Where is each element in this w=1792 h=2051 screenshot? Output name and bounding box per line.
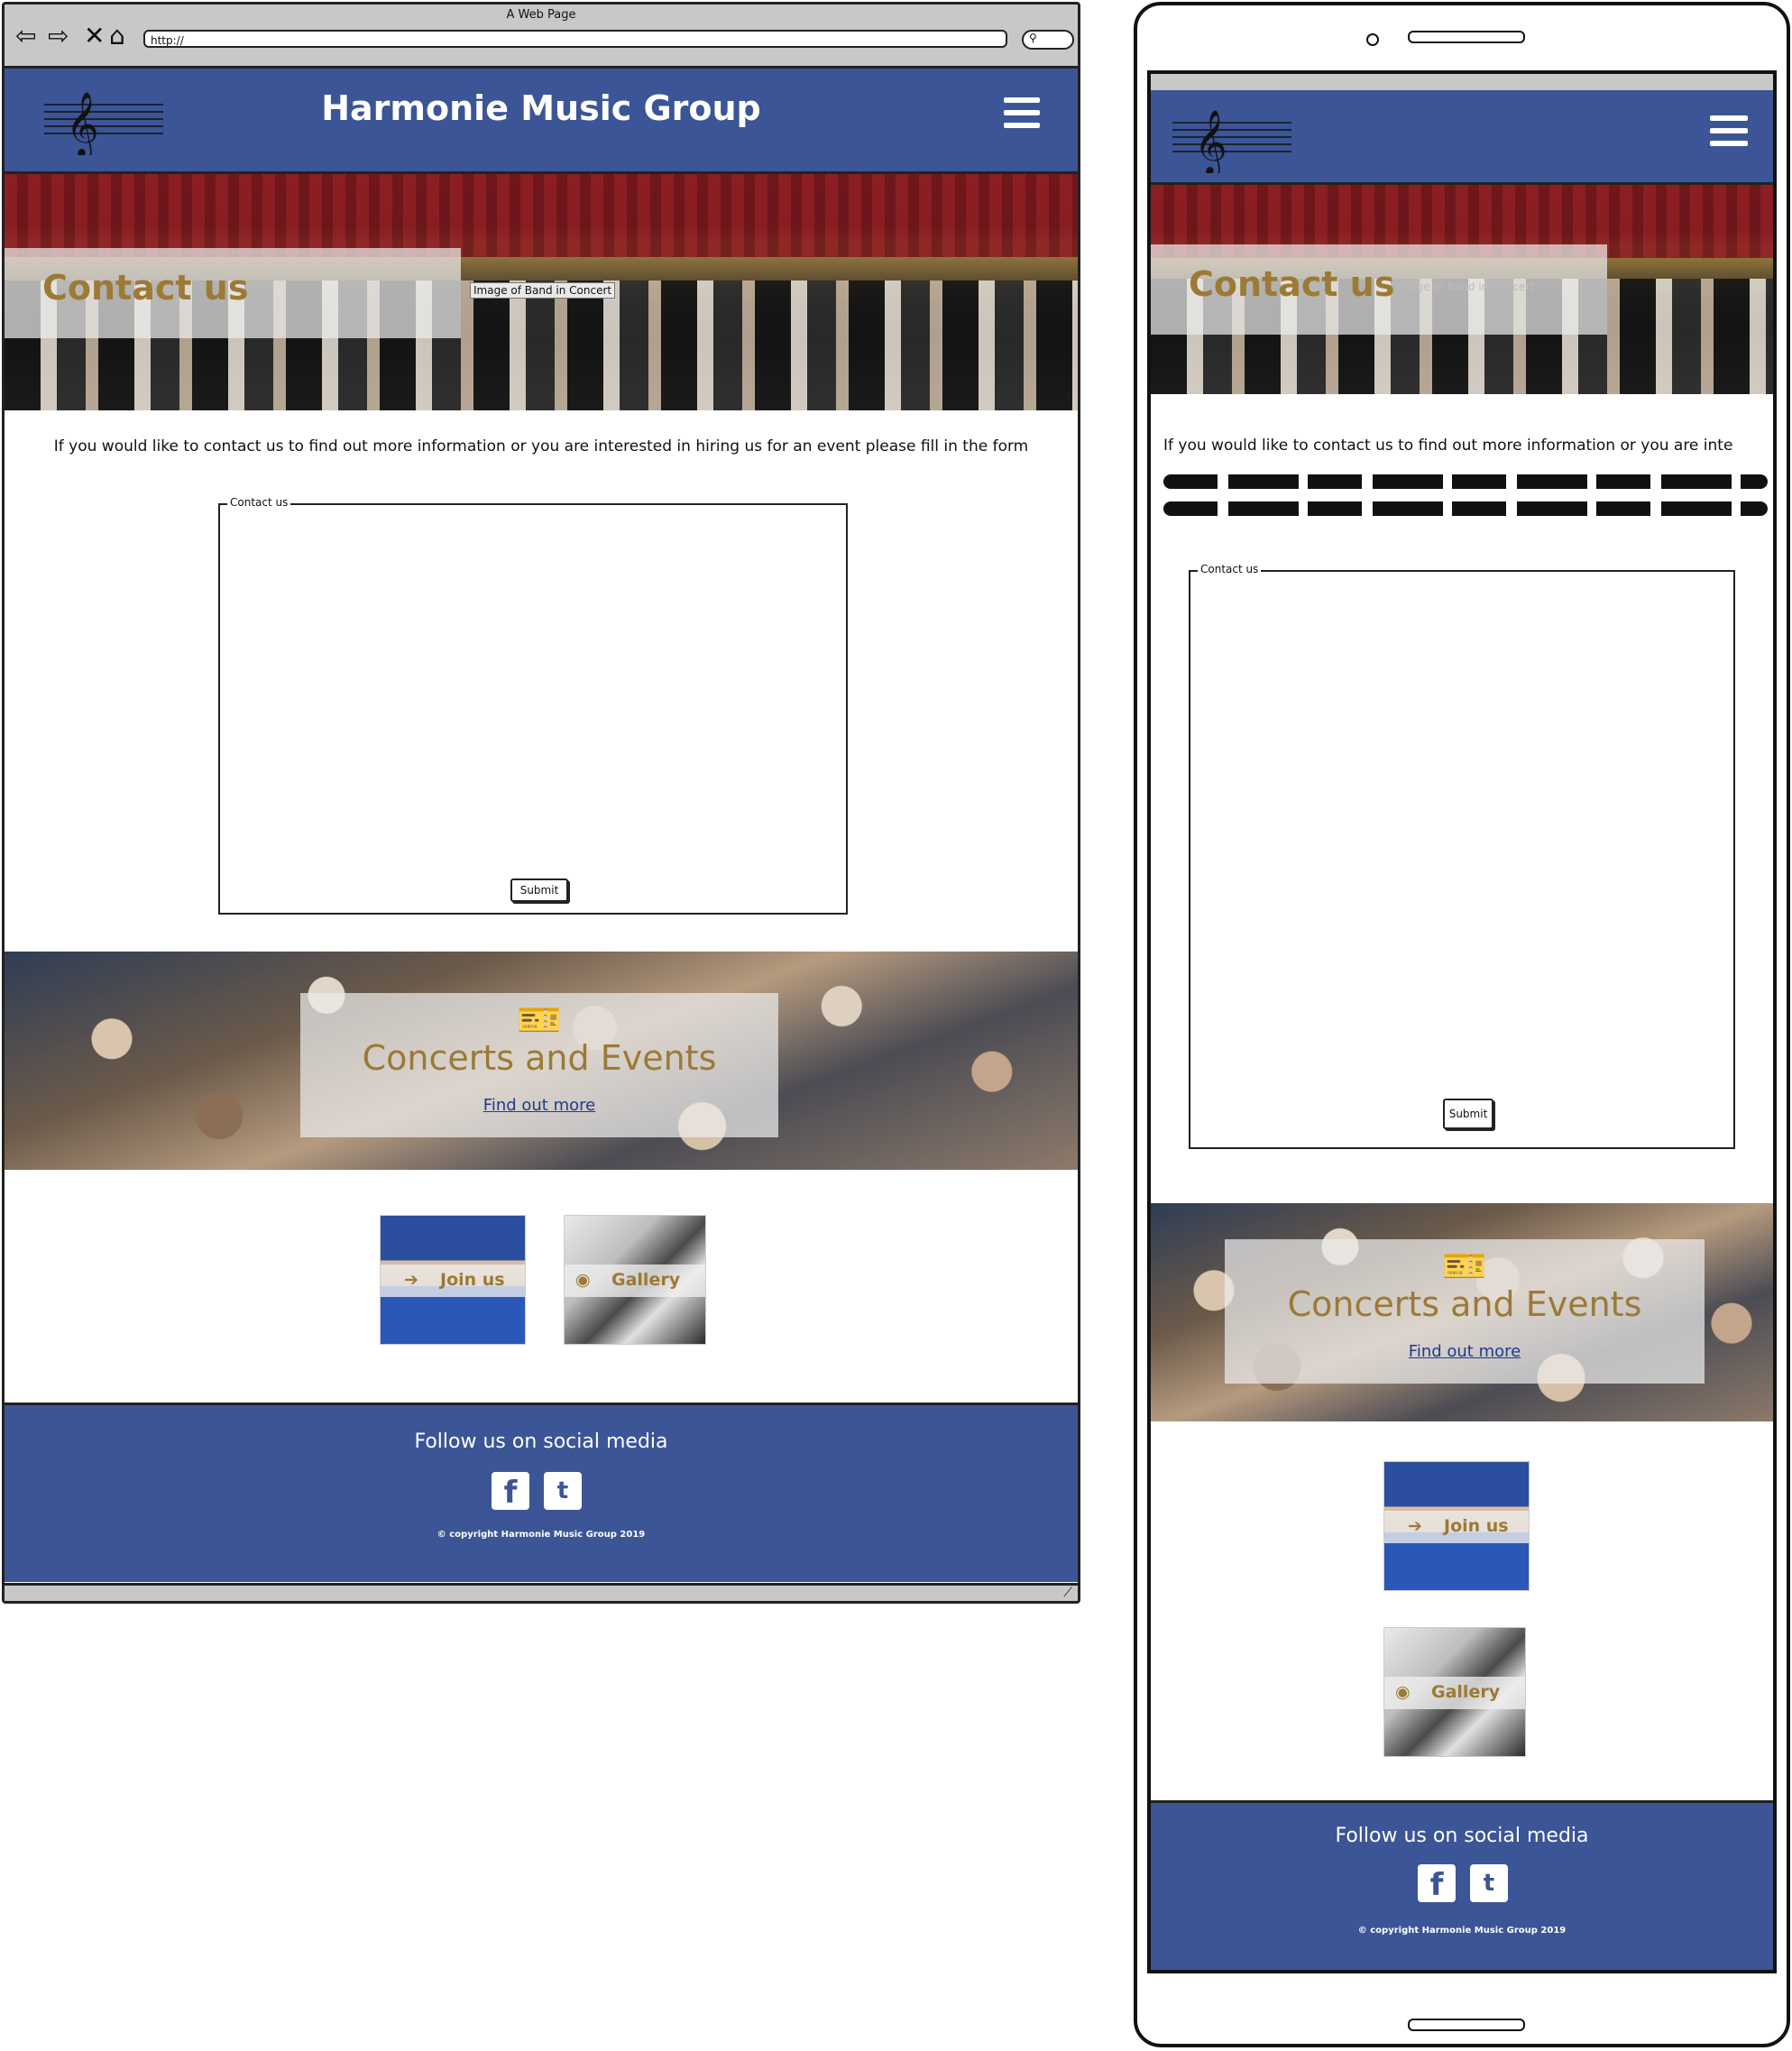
- hero-band-image: Contact us Image of Band in Concert: [5, 174, 1078, 410]
- join-us-card[interactable]: ➔ Join us: [380, 1215, 526, 1345]
- mobile-hero-image: Contact us Image of Band in Concert: [1151, 185, 1773, 394]
- mobile-hero-alt-label: Image of Band in Concert: [1396, 281, 1535, 293]
- footer-heading: Follow us on social media: [414, 1430, 668, 1453]
- gallery-label: Gallery: [611, 1270, 681, 1290]
- concerts-heading: Concerts and Events: [362, 1038, 717, 1078]
- ticket-icon: 🎫: [1442, 1246, 1487, 1287]
- hamburger-icon[interactable]: [1004, 97, 1040, 128]
- browser-statusbar: ⟋: [5, 1583, 1078, 1601]
- forward-arrow-icon[interactable]: ⇨: [48, 23, 69, 50]
- resize-handle-icon[interactable]: ⟋: [1063, 1586, 1072, 1600]
- concerts-banner: 🎫 Concerts and Events Find out more: [5, 952, 1078, 1170]
- gallery-card[interactable]: ◉ Gallery: [564, 1215, 706, 1345]
- mobile-statusbar: [1151, 74, 1773, 90]
- treble-clef-logo: 𝄞: [1172, 108, 1291, 177]
- mobile-intro-text: If you would like to contact us to find …: [1163, 437, 1733, 455]
- mobile-header: 𝄞: [1151, 90, 1773, 185]
- mobile-gallery-label: Gallery: [1431, 1682, 1501, 1702]
- sign-in-icon: ➔: [1408, 1516, 1422, 1536]
- search-button[interactable]: ⚲: [1022, 30, 1074, 50]
- speaker-grille: [1408, 31, 1525, 43]
- window-title: A Web Page: [506, 8, 576, 22]
- mobile-hamburger-icon[interactable]: [1710, 115, 1748, 146]
- home-button[interactable]: [1408, 2019, 1525, 2031]
- mobile-form-legend: Contact us: [1198, 563, 1262, 575]
- intro-text: If you would like to contact us to find …: [53, 437, 1029, 455]
- mobile-concerts-overlay: 🎫 Concerts and Events Find out more: [1225, 1239, 1705, 1384]
- mobile-copyright-text: © copyright Harmonie Music Group 2019: [1357, 1926, 1567, 1936]
- submit-button[interactable]: Submit: [510, 878, 568, 902]
- front-camera: [1366, 33, 1379, 46]
- mobile-footer-heading: Follow us on social media: [1335, 1825, 1589, 1847]
- facebook-icon[interactable]: f: [1418, 1864, 1456, 1903]
- mobile-intro-scribble: [1163, 474, 1768, 489]
- mobile-hero-heading: Contact us: [1189, 264, 1395, 304]
- ticket-icon: 🎫: [517, 999, 562, 1041]
- mobile-join-us-label: Join us: [1444, 1516, 1509, 1536]
- camera-icon: ◉: [575, 1270, 591, 1290]
- contact-form: Contact us Submit: [218, 496, 848, 915]
- mobile-submit-button[interactable]: Submit: [1443, 1099, 1493, 1129]
- mobile-screen: 𝄞 Contact us Image of Band in Concert If…: [1147, 70, 1777, 1973]
- mobile-gallery-card[interactable]: ◉ Gallery: [1383, 1627, 1526, 1757]
- mobile-concerts-heading: Concerts and Events: [1287, 1284, 1642, 1324]
- sign-in-icon: ➔: [404, 1270, 418, 1290]
- desktop-browser-window: A Web Page ⇦ ⇨ ✕ ⌂ http:// ⚲ 𝄞 Harmonie …: [2, 2, 1080, 1604]
- hero-heading: Contact us: [42, 268, 249, 308]
- close-icon[interactable]: ✕: [84, 23, 105, 50]
- mobile-find-out-more-link[interactable]: Find out more: [1225, 1342, 1705, 1361]
- url-input[interactable]: http://: [143, 30, 1007, 48]
- mobile-hero-overlay: Contact us Image of Band in Concert: [1151, 244, 1607, 335]
- form-legend: Contact us: [227, 496, 291, 509]
- mobile-contact-form: Contact us Submit: [1189, 563, 1735, 1149]
- find-out-more-link[interactable]: Find out more: [300, 1096, 778, 1115]
- mobile-footer: Follow us on social media f t © copyrigh…: [1151, 1800, 1773, 1970]
- twitter-icon[interactable]: t: [1470, 1864, 1508, 1902]
- join-us-label: Join us: [440, 1270, 505, 1290]
- site-title: Harmonie Music Group: [321, 88, 761, 128]
- site-footer: Follow us on social media f t © copyrigh…: [5, 1403, 1078, 1582]
- mobile-intro-scribble: [1163, 501, 1768, 516]
- camera-icon: ◉: [1395, 1682, 1411, 1702]
- svg-text:𝄞: 𝄞: [1194, 108, 1227, 173]
- browser-titlebar: A Web Page ⇦ ⇨ ✕ ⌂ http:// ⚲: [5, 5, 1078, 69]
- hero-alt-label: Image of Band in Concert: [470, 282, 616, 299]
- search-icon: ⚲: [1029, 32, 1037, 44]
- home-icon[interactable]: ⌂: [109, 23, 125, 50]
- mobile-join-us-card[interactable]: ➔ Join us: [1383, 1461, 1530, 1591]
- twitter-icon[interactable]: t: [544, 1472, 582, 1510]
- facebook-icon[interactable]: f: [492, 1472, 529, 1511]
- site-header: 𝄞 Harmonie Music Group: [5, 69, 1078, 174]
- mobile-site-logo[interactable]: 𝄞: [1169, 97, 1295, 177]
- concerts-overlay: 🎫 Concerts and Events Find out more: [300, 993, 778, 1137]
- mobile-concerts-banner: 🎫 Concerts and Events Find out more: [1151, 1203, 1773, 1421]
- copyright-text: © copyright Harmonie Music Group 2019: [437, 1530, 646, 1540]
- back-arrow-icon[interactable]: ⇦: [15, 23, 36, 50]
- hero-overlay: Contact us: [5, 248, 461, 338]
